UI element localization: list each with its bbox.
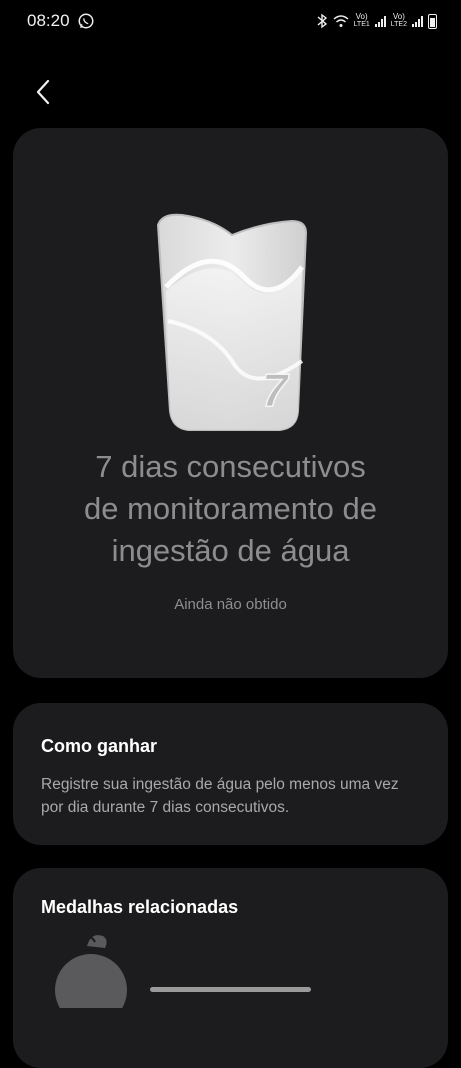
related-medals-card: Medalhas relacionadas	[13, 868, 448, 1068]
chevron-left-icon	[36, 79, 50, 105]
how-to-earn-card: Como ganhar Registre sua ingestão de águ…	[13, 703, 448, 845]
back-button[interactable]	[24, 73, 62, 111]
wifi-icon	[333, 15, 349, 27]
water-glass-medal-icon: 7	[156, 213, 308, 431]
signal-icon-2	[412, 15, 423, 27]
medal-status: Ainda não obtido	[174, 596, 287, 613]
medal-number: 7	[262, 364, 290, 416]
whatsapp-icon	[78, 13, 94, 29]
status-bar: 08:20 Vo) LTE1 Vo) LTE2	[0, 0, 461, 42]
network-indicator-2: Vo) LTE2	[390, 12, 407, 29]
how-to-earn-title: Como ganhar	[41, 736, 158, 756]
related-medal-icon[interactable]	[51, 928, 131, 1008]
network-indicator-1: Vo) LTE1	[353, 12, 370, 29]
status-icons: Vo) LTE1 Vo) LTE2	[316, 11, 437, 31]
signal-icon-1	[374, 15, 386, 27]
related-medals-title: Medalhas relacionadas	[41, 897, 239, 917]
home-indicator[interactable]	[150, 987, 311, 992]
medal-title: 7 dias consecutivos de monitoramento de …	[84, 449, 377, 568]
how-to-earn-description: Registre sua ingestão de água pelo menos…	[41, 776, 399, 816]
bluetooth-icon	[317, 13, 327, 29]
medal-card: 7 7 dias consecutivos de monitoramento d…	[13, 128, 448, 678]
battery-icon	[428, 13, 437, 29]
status-time: 08:20	[27, 11, 70, 30]
